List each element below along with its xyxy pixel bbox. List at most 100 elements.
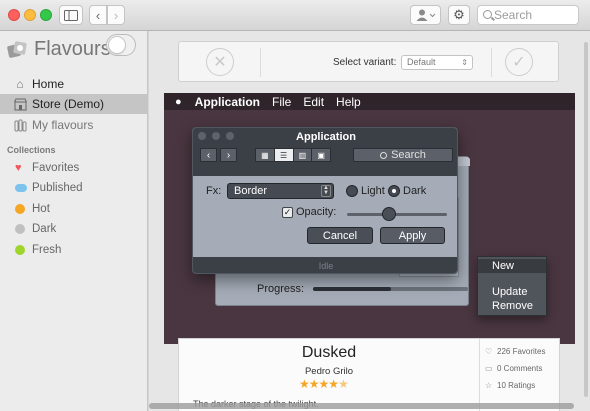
preview-context-menu: New Update Remove xyxy=(477,256,547,316)
close-icon: ✕ xyxy=(213,54,227,71)
sidebar-item-label: Home xyxy=(32,77,65,91)
home-icon: ⌂ xyxy=(16,77,24,91)
main-content: ✕ Select variant: Default ⇕ ✓ ● Applicat… xyxy=(149,31,590,411)
apply-label: Apply xyxy=(398,229,427,242)
progress-bar xyxy=(313,287,468,291)
collection-fresh[interactable]: Fresh xyxy=(0,240,148,260)
chevron-updown-icon: ▲ ▼ xyxy=(321,185,331,197)
preview-window-title: Application xyxy=(296,131,356,143)
flavours-icon xyxy=(13,118,27,132)
divider xyxy=(479,339,480,411)
preview-search: Search xyxy=(353,148,453,162)
context-item-update: Update xyxy=(492,286,528,298)
context-item-remove: Remove xyxy=(492,300,533,312)
flavours-logo xyxy=(6,39,28,59)
close-window-button[interactable] xyxy=(8,9,20,21)
preview-menubar: ● Application File Edit Help xyxy=(164,93,575,110)
divider xyxy=(260,48,261,77)
preview-forward-button: › xyxy=(220,148,237,162)
fx-value: Border xyxy=(234,185,268,197)
cloud-icon xyxy=(15,184,27,192)
collection-label: Dark xyxy=(32,223,57,235)
search-icon xyxy=(483,10,492,19)
preview-search-label: Search xyxy=(391,149,426,161)
theme-preview: ● Application File Edit Help Progress: A… xyxy=(164,93,575,344)
checkmark-icon: ✓ xyxy=(512,54,526,71)
radio-light xyxy=(346,185,358,197)
preview-status-bar: Idle xyxy=(193,257,457,273)
collection-label: Published xyxy=(32,182,83,194)
fresh-dot-icon xyxy=(15,245,25,255)
grid-view-icon: ▦ xyxy=(256,149,275,161)
opacity-checkbox: ✓ xyxy=(282,207,293,218)
minimize-window-button[interactable] xyxy=(24,9,36,21)
account-button[interactable] xyxy=(410,5,441,25)
favorites-count: 226 Favorites xyxy=(497,347,546,356)
divider xyxy=(491,48,492,77)
flavour-title: Dusked xyxy=(301,344,357,361)
flavour-card[interactable]: Dusked Pedro Grilo ★★★★★ The darker stag… xyxy=(178,338,560,411)
collection-published[interactable]: Published xyxy=(0,178,148,198)
preview-apply-button: Apply xyxy=(380,227,445,244)
collection-label: Fresh xyxy=(32,244,62,256)
cancel-label: Cancel xyxy=(322,229,358,242)
search-input[interactable]: Search xyxy=(477,5,579,25)
variant-bar: ✕ Select variant: Default ⇕ ✓ xyxy=(178,41,559,82)
accept-button[interactable]: ✓ xyxy=(505,48,533,76)
collection-hot[interactable]: Hot xyxy=(0,199,148,219)
preview-window: Application ‹ › ▦ ☰ ▥ ▣ Search Fx: Borde… xyxy=(192,127,458,274)
store-icon xyxy=(13,97,27,111)
list-view-icon: ☰ xyxy=(274,149,294,161)
apple-icon: ● xyxy=(175,95,182,108)
preview-back-button: ‹ xyxy=(200,148,217,162)
menu-edit: Edit xyxy=(303,94,325,109)
menu-app: Application xyxy=(194,94,260,109)
collection-label: Hot xyxy=(32,203,50,215)
horizontal-scrollbar[interactable] xyxy=(149,403,574,409)
toggle-knob xyxy=(108,36,126,54)
comment-icon: ▭ xyxy=(485,364,493,373)
coverflow-view-icon: ▣ xyxy=(312,149,330,161)
heart-icon: ♥ xyxy=(15,162,22,174)
chevron-right-icon: › xyxy=(113,7,119,23)
zoom-window-button[interactable] xyxy=(40,9,52,21)
search-icon xyxy=(380,151,388,159)
sidebar-item-store[interactable]: Store (Demo) xyxy=(0,94,148,114)
sidebar-item-my-flavours[interactable]: My flavours xyxy=(0,115,148,135)
brand: Flavours xyxy=(6,35,111,63)
variant-label: Select variant: xyxy=(333,57,397,68)
radio-dark xyxy=(388,185,400,197)
variant-selected: Default xyxy=(407,57,436,67)
opacity-slider-track xyxy=(347,213,447,216)
variant-select[interactable]: Default ⇕ xyxy=(401,55,473,70)
vertical-scrollbar[interactable] xyxy=(584,42,588,397)
progress-fill xyxy=(313,287,391,291)
user-icon xyxy=(416,9,435,21)
hot-dot-icon xyxy=(15,204,25,214)
app-title: Flavours xyxy=(34,37,111,60)
progress-label: Progress: xyxy=(257,283,305,295)
mode-toggle[interactable] xyxy=(106,34,136,56)
window-toolbar: ‹ › ⚙ Search xyxy=(0,0,590,31)
preview-window-titlebar: Application ‹ › ▦ ☰ ▥ ▣ Search xyxy=(193,128,457,176)
sidebar-item-home[interactable]: ⌂ Home xyxy=(0,74,148,94)
collections-heading: Collections xyxy=(7,145,56,155)
sidebar-toggle-button[interactable] xyxy=(59,5,83,25)
opacity-label: Opacity: xyxy=(296,206,337,218)
collection-favorites[interactable]: ♥ Favorites xyxy=(0,158,148,178)
collection-dark[interactable]: Dark xyxy=(0,219,148,239)
settings-button[interactable]: ⚙ xyxy=(448,5,470,25)
comments-count: 0 Comments xyxy=(497,364,543,373)
preview-cancel-button: Cancel xyxy=(307,227,373,244)
sidebar: Flavours ⌂ Home Store (Demo) My flavours… xyxy=(0,31,148,411)
forward-button[interactable]: › xyxy=(107,5,125,25)
context-item-new: New xyxy=(478,259,546,273)
gear-icon: ⚙ xyxy=(453,7,465,22)
reject-button[interactable]: ✕ xyxy=(206,48,234,76)
menu-file: File xyxy=(272,94,292,109)
fx-popup: Border ▲ ▼ xyxy=(227,183,334,199)
back-button[interactable]: ‹ xyxy=(89,5,107,25)
radio-light-label: Light xyxy=(361,185,385,197)
collection-label: Favorites xyxy=(32,162,80,174)
sidebar-toggle-icon xyxy=(64,9,78,21)
